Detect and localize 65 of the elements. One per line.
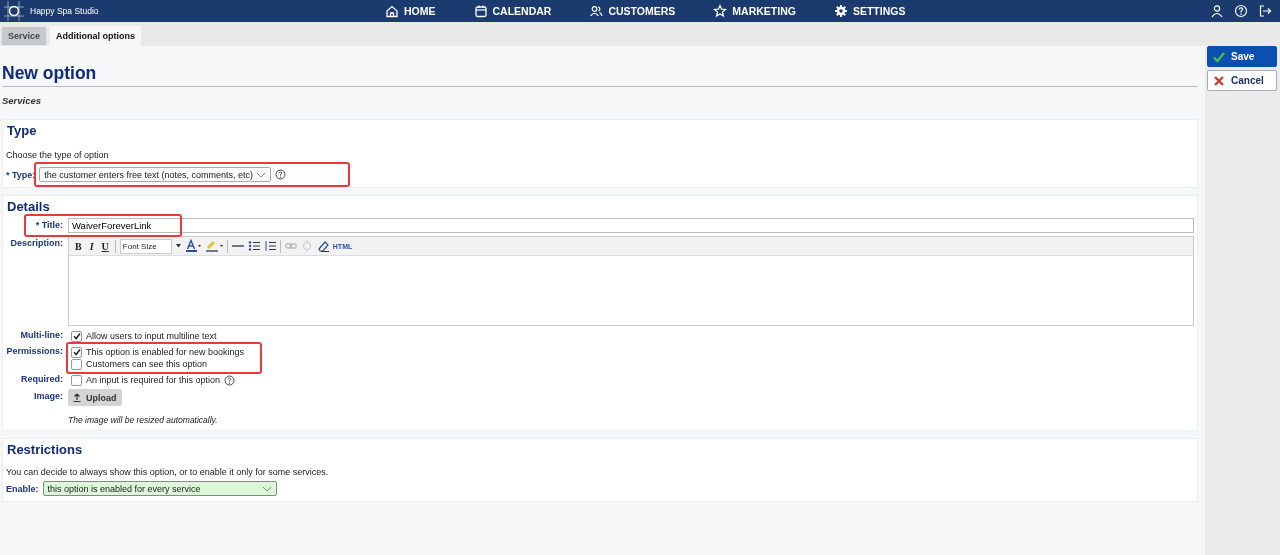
cancel-button[interactable]: Cancel <box>1207 70 1277 91</box>
nav-link[interactable]: CUSTOMERS <box>589 4 676 18</box>
bold-button[interactable]: B <box>73 240 84 252</box>
star-icon <box>713 4 728 18</box>
checkbox[interactable] <box>71 374 82 386</box>
text-color-icon <box>184 239 201 253</box>
close-icon <box>1213 74 1225 87</box>
field-label: Permissions: <box>6 346 63 358</box>
check-icon <box>1213 50 1225 63</box>
app-name: Happy Spa Studio <box>30 6 99 16</box>
tab[interactable]: Additional options <box>50 26 142 46</box>
highlight-icon <box>204 239 223 253</box>
italic-button[interactable]: I <box>87 240 96 252</box>
nav-link[interactable]: SETTINGS <box>833 4 906 18</box>
enable-select[interactable]: this option is enabled for every service <box>42 481 277 496</box>
field-label: Enable: <box>6 483 39 494</box>
checkbox-label: This option is enabled for new bookings <box>86 347 245 357</box>
section-hint: Choose the type of option <box>6 150 110 160</box>
tab[interactable]: Service <box>2 27 47 45</box>
font-size-select[interactable]: Font Size <box>119 238 172 254</box>
dropdown-arrow-icon <box>175 244 181 248</box>
field-label: Multi-line: <box>19 330 63 342</box>
section-heading: Type <box>6 123 38 139</box>
upload-button[interactable]: Upload <box>68 389 122 406</box>
checkbox-label: Allow users to input multiline text <box>86 331 217 341</box>
field-label: * Title: <box>34 219 63 232</box>
logout-icon[interactable] <box>1258 4 1272 18</box>
title-field[interactable]: WaiverForeverLink <box>68 218 1194 233</box>
logo-icon <box>4 1 24 21</box>
nav-link[interactable]: MARKETING <box>713 4 796 18</box>
chevron-icon <box>261 485 272 492</box>
user-icon[interactable] <box>1210 4 1224 18</box>
type-select[interactable]: the customer enters free text (notes, comments, etc) <box>39 167 272 182</box>
field-label: * Type: <box>6 169 36 180</box>
help-icon <box>224 374 236 386</box>
nav-link[interactable]: HOME <box>385 4 436 18</box>
calendar-icon <box>473 4 488 18</box>
checkbox-label: Customers can see this option <box>86 359 208 369</box>
field-label: Required: <box>20 374 63 386</box>
underline-button[interactable]: U <box>99 240 111 252</box>
checkbox-label: An input is required for this option <box>86 375 221 385</box>
checkbox[interactable] <box>71 358 82 370</box>
link-icon <box>284 241 297 251</box>
chevron-icon <box>256 171 267 178</box>
nav-link[interactable]: CALENDAR <box>473 4 552 18</box>
people-icon <box>589 4 604 18</box>
save-button[interactable]: Save <box>1207 46 1277 67</box>
field-label: Description: <box>9 237 63 250</box>
section-heading: Restrictions <box>6 442 84 458</box>
settings-icon <box>833 4 848 18</box>
section-hint: You can decide to always show this option, or to enable it only for some services. <box>6 466 330 478</box>
page-title: New option <box>2 63 1198 87</box>
upload-icon <box>73 393 81 402</box>
bullet-list-icon <box>247 240 260 252</box>
section-heading: Details <box>6 199 51 215</box>
field-label: Image: <box>33 390 63 403</box>
numbered-list-icon <box>263 240 276 252</box>
page-subtitle: Services <box>2 95 43 106</box>
eraser-icon <box>316 240 329 252</box>
checkbox[interactable] <box>71 346 82 358</box>
help-icon <box>275 169 287 180</box>
checkbox[interactable] <box>71 330 82 342</box>
help-icon[interactable] <box>1234 4 1248 18</box>
image-note: The image will be resized automatically. <box>68 415 219 425</box>
home-icon <box>385 4 399 18</box>
